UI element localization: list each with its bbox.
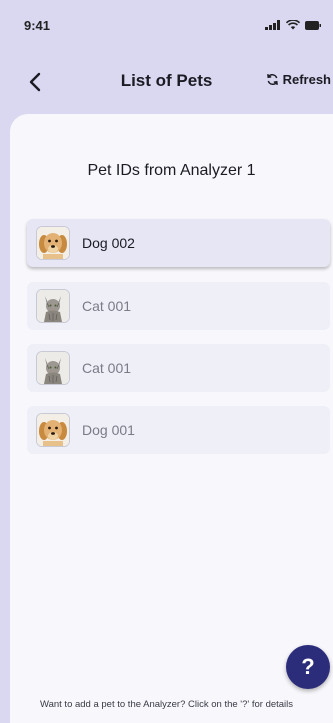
pet-label: Cat 001 — [82, 360, 132, 376]
pet-list-item[interactable]: Cat 001 — [27, 282, 330, 330]
cat-icon — [37, 352, 69, 384]
pet-list-item[interactable]: Dog 002 — [27, 219, 330, 267]
pet-list-item[interactable]: Dog 001 — [27, 406, 330, 454]
content-sheet: Pet IDs from Analyzer 1 Dog 002 Cat 001 … — [10, 114, 333, 723]
app-header: List of Pets Refresh — [0, 60, 333, 104]
pet-label: Dog 002 — [82, 235, 135, 251]
dog-avatar — [36, 413, 70, 447]
battery-icon — [305, 20, 321, 30]
section-title: Pet IDs from Analyzer 1 — [87, 162, 256, 179]
dog-icon — [37, 414, 69, 446]
pet-label: Cat 001 — [82, 298, 132, 314]
cat-avatar — [36, 289, 70, 323]
refresh-label: Refresh — [282, 72, 331, 87]
pet-label: Dog 001 — [82, 422, 135, 438]
wifi-icon — [286, 20, 300, 30]
dog-avatar — [36, 226, 70, 260]
refresh-button[interactable]: Refresh — [266, 72, 331, 87]
footer-hint: Want to add a pet to the Analyzer? Click… — [39, 699, 294, 710]
status-time: 9:41 — [24, 17, 51, 33]
help-button[interactable]: ? — [286, 645, 330, 689]
cat-avatar — [36, 351, 70, 385]
dog-icon — [37, 227, 69, 259]
status-icons — [265, 20, 321, 30]
status-bar: 9:41 — [0, 0, 333, 50]
signal-icon — [265, 20, 280, 30]
pet-list-item[interactable]: Cat 001 — [27, 344, 330, 392]
refresh-icon — [266, 74, 278, 85]
cat-icon — [37, 290, 69, 322]
